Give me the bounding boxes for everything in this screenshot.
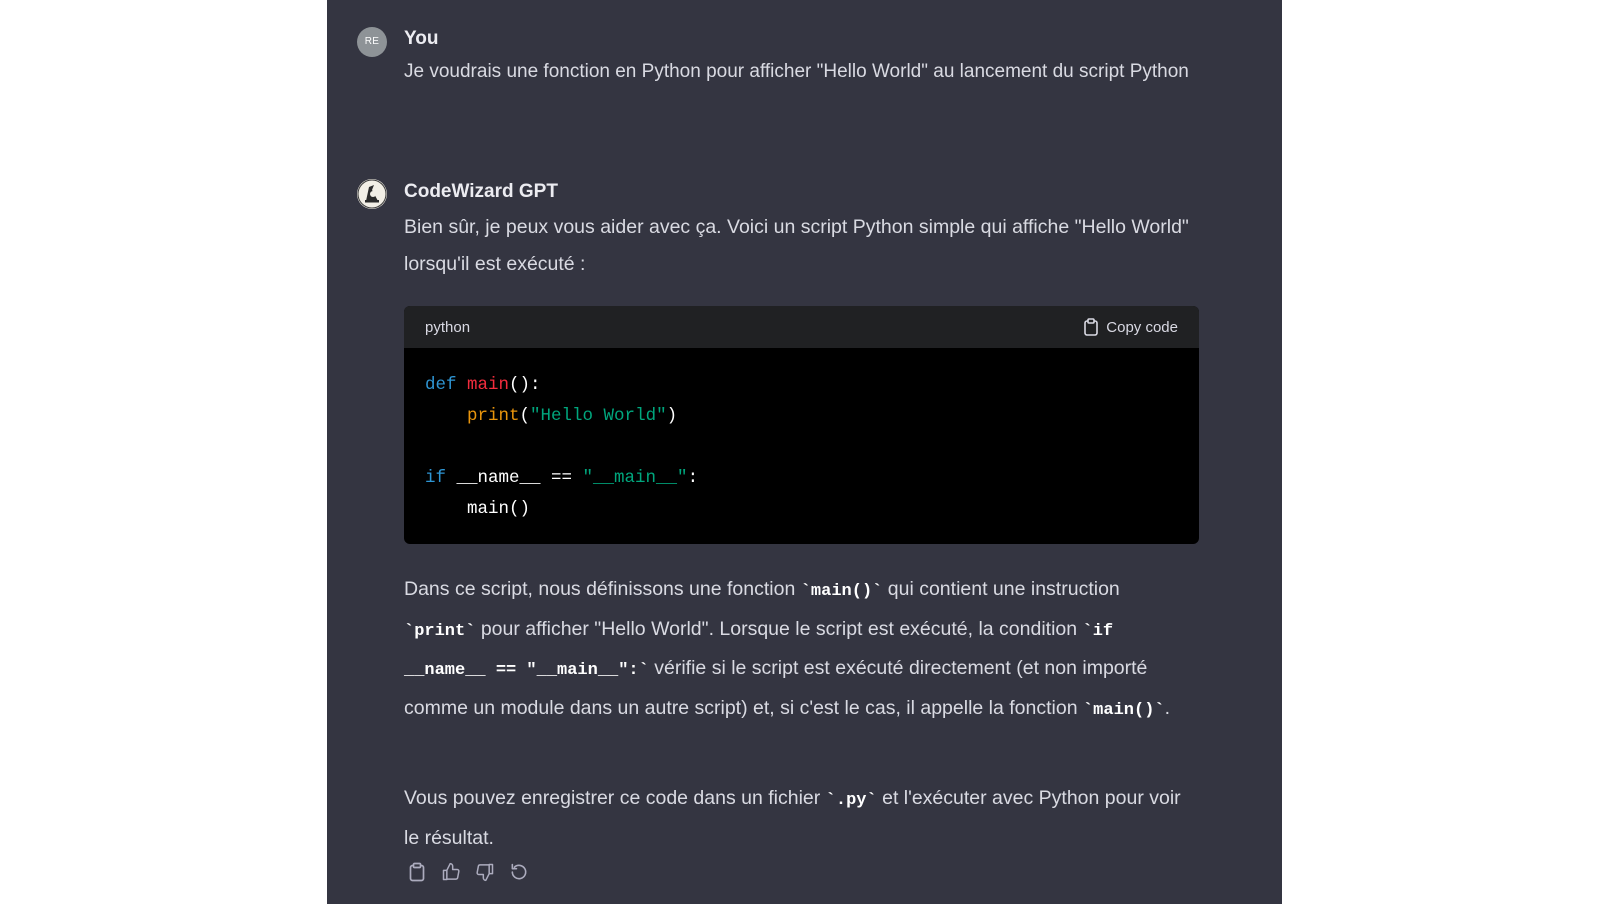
explanation-text: qui contient une instruction: [882, 578, 1120, 600]
explanation-text: pour afficher "Hello World". Lorsque le …: [475, 617, 1083, 640]
chat-panel: RE You Je voudrais une fonction en Pytho…: [327, 0, 1282, 904]
code-punct: ): [666, 406, 678, 426]
inline-code: `main()`: [800, 582, 883, 601]
explanation-paragraph: Dans ce script, nous définissons une fon…: [404, 571, 1194, 729]
message-actions: [405, 860, 530, 883]
thumbs-down-icon: [475, 863, 493, 881]
explanation-text: Dans ce script, nous définissons une fon…: [404, 578, 801, 600]
assistant-avatar: [357, 179, 387, 209]
assistant-intro: Bien sûr, je peux vous aider avec ça. Vo…: [404, 209, 1204, 282]
code-string: "__main__": [582, 468, 688, 488]
code-keyword: def: [425, 375, 457, 395]
code-text: main(): [467, 499, 531, 519]
code-punct: :: [687, 468, 699, 488]
code-text: __name__ ==: [446, 468, 583, 488]
thumbs-up-icon: [442, 862, 460, 880]
copy-message-button[interactable]: [405, 860, 428, 883]
wizard-avatar-icon: [357, 179, 387, 209]
code-function-name: main: [467, 375, 510, 395]
user-name: You: [404, 28, 439, 49]
assistant-name: CodeWizard GPT: [404, 181, 558, 202]
closing-paragraph: Vous pouvez enregistrer ce code dans un …: [404, 780, 1194, 856]
copy-code-button[interactable]: Copy code: [1083, 318, 1178, 336]
code-content: def main(): print("Hello World") if __na…: [404, 348, 1199, 544]
inline-code: `.py`: [825, 791, 877, 810]
code-builtin: print: [467, 406, 520, 426]
code-string: "Hello World": [530, 406, 667, 426]
inline-code: `main()`: [1082, 700, 1165, 720]
thumbs-up-button[interactable]: [439, 860, 462, 883]
intro-text: Bien sûr, je peux vous aider avec ça. Vo…: [404, 216, 1189, 275]
inline-code: `print`: [404, 621, 476, 641]
code-punct: ():: [509, 375, 541, 395]
code-header: python Copy code: [404, 306, 1199, 348]
assistant-explanation: Dans ce script, nous définissons une fon…: [404, 571, 1194, 729]
regenerate-icon: [511, 863, 526, 879]
clipboard-icon: [1084, 318, 1099, 336]
code-keyword: if: [425, 468, 447, 488]
user-avatar: RE: [357, 27, 387, 57]
closing-text: Vous pouvez enregistrer ce code dans un …: [404, 787, 826, 809]
code-block: python Copy code def main(): print("Hell…: [404, 306, 1199, 544]
clipboard-icon: [409, 862, 424, 881]
copy-code-label: Copy code: [1106, 318, 1178, 336]
thumbs-down-button[interactable]: [473, 860, 496, 883]
user-message: Je voudrais une fonction en Python pour …: [404, 61, 1189, 82]
regenerate-button[interactable]: [507, 860, 530, 883]
assistant-closing: Vous pouvez enregistrer ce code dans un …: [404, 780, 1194, 856]
explanation-text: .: [1164, 696, 1171, 719]
code-punct: (: [519, 406, 531, 426]
code-language-label: python: [425, 318, 471, 336]
